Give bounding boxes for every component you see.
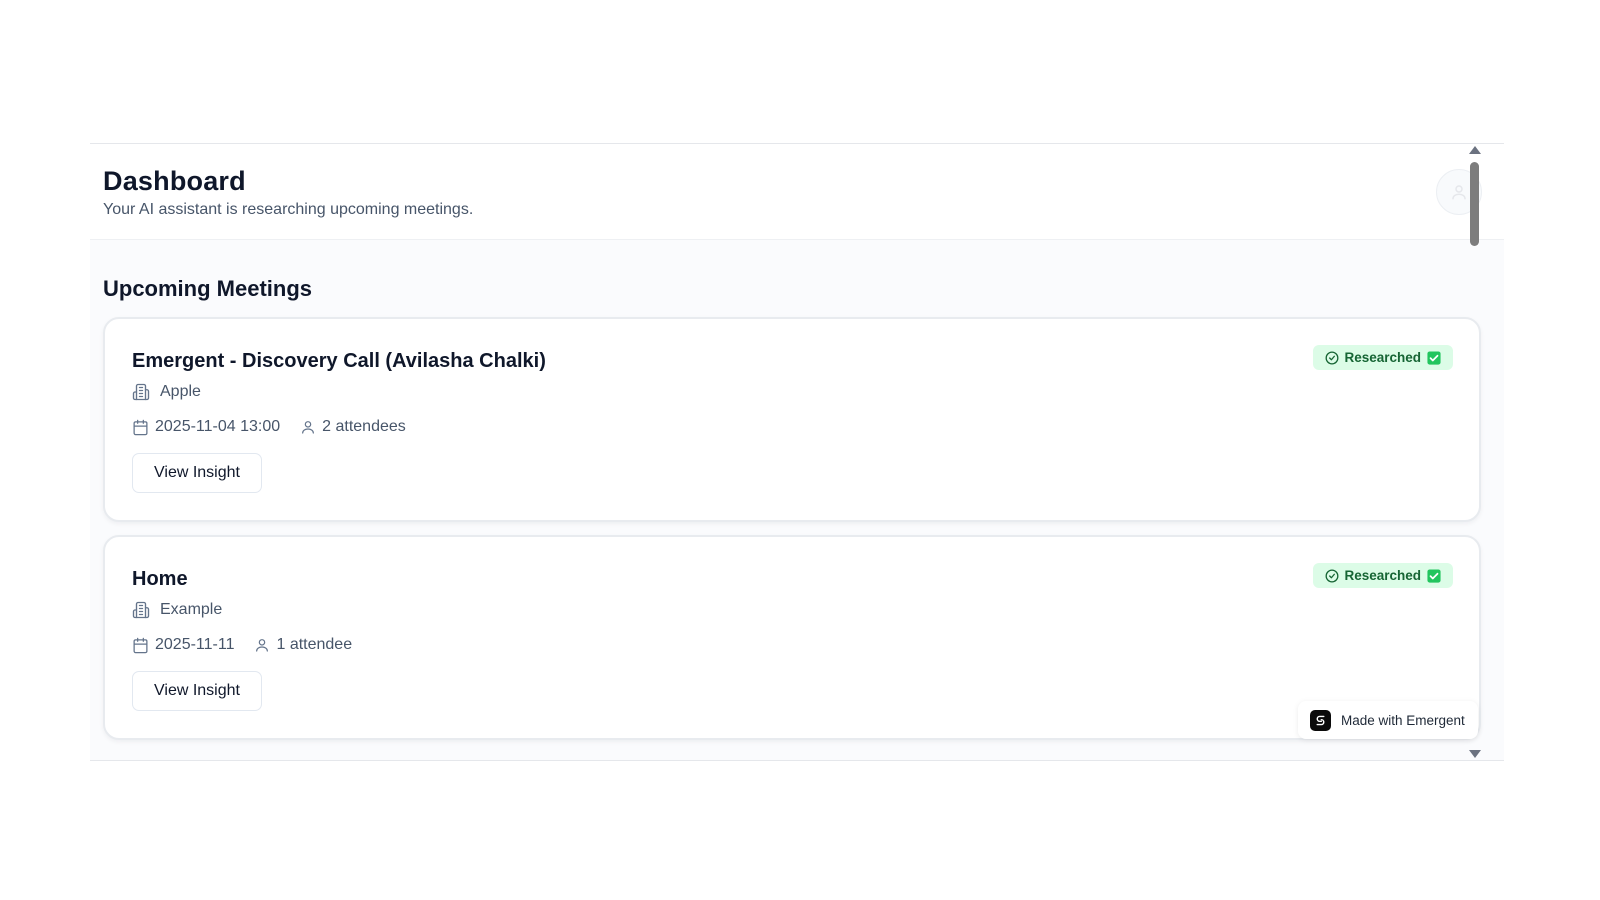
check-circle-icon — [1325, 569, 1339, 582]
scrollbar-thumb[interactable] — [1470, 162, 1479, 246]
meeting-datetime: 2025-11-04 13:00 — [155, 418, 281, 435]
company-row: Example — [132, 601, 222, 619]
status-badge: Researched — [1313, 563, 1453, 588]
made-with-label: Made with Emergent — [1341, 712, 1465, 728]
meeting-datetime: 2025-11-11 — [155, 636, 235, 653]
company-row: Apple — [132, 383, 201, 401]
attendee-count: 1 attendee — [276, 636, 353, 653]
scroll-down-arrow-icon[interactable] — [1469, 750, 1481, 758]
attendee-count: 2 attendees — [322, 418, 406, 435]
user-icon — [1452, 185, 1466, 200]
meeting-card: Home Researched Example 2025-11-11 1 att… — [103, 535, 1481, 740]
status-badge-label: Researched — [1344, 568, 1421, 583]
emergent-logo-icon — [1310, 709, 1331, 731]
page-title: Dashboard — [103, 166, 246, 196]
company-name: Example — [160, 601, 223, 618]
checkbox-checked-icon — [1427, 568, 1441, 583]
meeting-title: Home — [132, 568, 188, 590]
calendar-icon — [133, 419, 148, 435]
view-insight-button[interactable]: View Insight — [132, 453, 262, 493]
building-icon — [132, 383, 150, 401]
status-badge-label: Researched — [1344, 350, 1421, 365]
meta-row: 2025-11-11 1 attendee — [132, 636, 352, 654]
checkbox-checked-icon — [1427, 350, 1441, 365]
meta-row: 2025-11-04 13:00 2 attendees — [132, 418, 406, 436]
company-name: Apple — [160, 383, 201, 400]
app-frame: Dashboard Your AI assistant is researchi… — [90, 143, 1504, 761]
view-insight-button[interactable]: View Insight — [132, 671, 262, 711]
made-with-emergent-badge[interactable]: Made with Emergent — [1298, 701, 1478, 739]
page-subtitle: Your AI assistant is researching upcomin… — [103, 201, 474, 218]
meeting-title: Emergent - Discovery Call (Avilasha Chal… — [132, 350, 546, 372]
page-header: Dashboard Your AI assistant is researchi… — [90, 144, 1504, 240]
user-icon — [302, 421, 315, 434]
status-badge: Researched — [1313, 345, 1453, 370]
meeting-card: Emergent - Discovery Call (Avilasha Chal… — [103, 317, 1481, 522]
scroll-up-arrow-icon[interactable] — [1469, 146, 1481, 154]
building-icon — [132, 601, 150, 619]
check-circle-icon — [1325, 351, 1339, 364]
calendar-icon — [133, 637, 148, 653]
user-icon — [256, 639, 269, 652]
section-title: Upcoming Meetings — [103, 276, 313, 301]
